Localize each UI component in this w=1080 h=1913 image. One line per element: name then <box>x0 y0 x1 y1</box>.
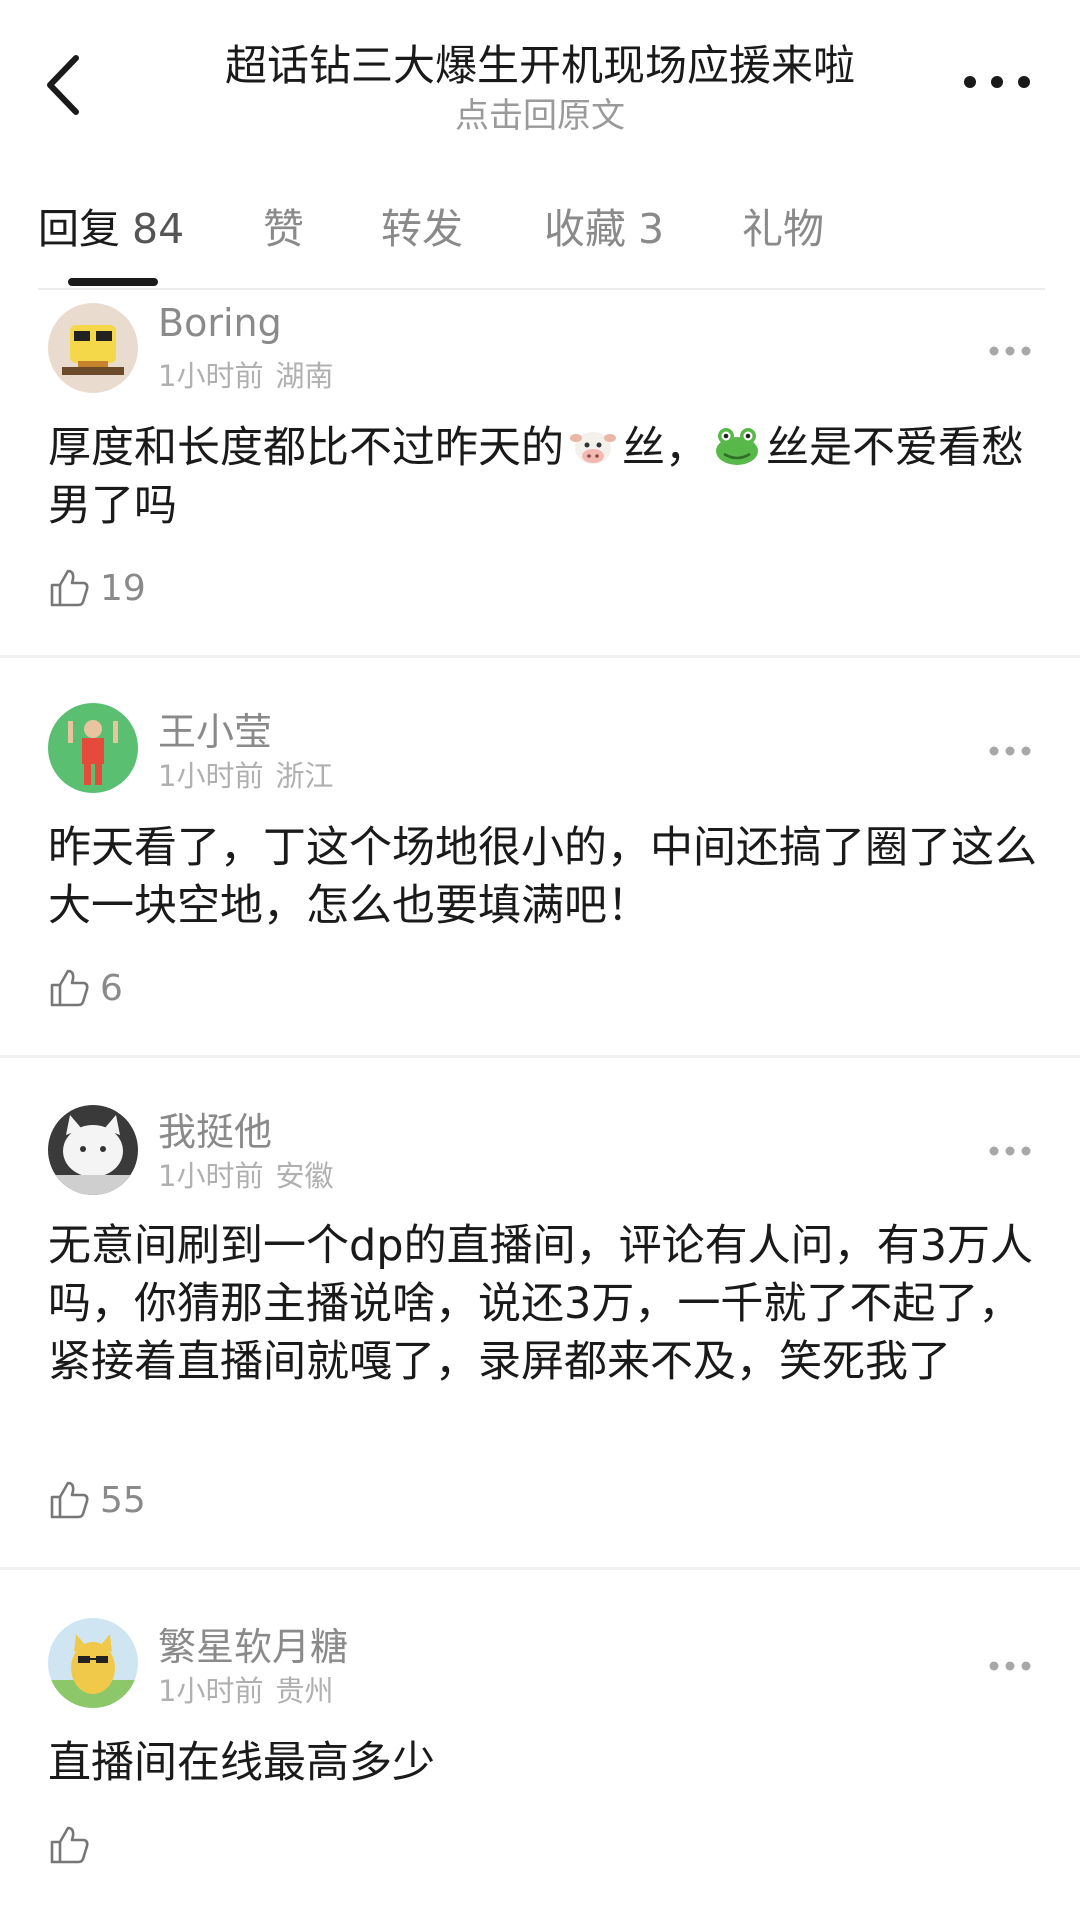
more-options-icon[interactable] <box>988 345 1032 357</box>
avatar[interactable] <box>48 1618 138 1708</box>
comment-meta: 1小时前 贵州 <box>158 1668 333 1710</box>
comment-divider <box>0 1567 1080 1570</box>
comment-divider <box>0 655 1080 658</box>
comment-meta: 1小时前 湖南 <box>158 353 333 395</box>
more-options-icon[interactable] <box>962 72 1032 92</box>
username[interactable]: 我挺他 <box>158 1101 272 1156</box>
comment-item[interactable]: Boring 1小时前 湖南 厚度和长度都比不过昨天的 丝， 丝是不爱看愁男了吗 … <box>0 295 1080 655</box>
thumbs-up-icon <box>50 1481 89 1519</box>
tabs-divider <box>38 288 1045 290</box>
comment-location: 湖南 <box>275 359 334 393</box>
comment-text: 直播间在线最高多少 <box>48 1738 435 1788</box>
more-options-icon[interactable] <box>988 1145 1032 1157</box>
comment-item[interactable]: 王小莹 1小时前 浙江 昨天看了，丁这个场地很小的，中间还搞了圈了这么大一块空地，… <box>0 695 1080 1055</box>
frog-face-icon <box>716 428 758 465</box>
comment-text-segment: 厚度和长度都比不过昨天的 <box>48 423 564 473</box>
avatar[interactable] <box>48 703 138 793</box>
tab-count: 84 <box>132 205 185 253</box>
more-options-icon[interactable] <box>988 1660 1032 1672</box>
comment-time: 1小时前 <box>158 1159 264 1193</box>
like-count: 55 <box>100 1480 146 1521</box>
cow-face-icon <box>570 432 616 464</box>
thumbs-up-icon <box>50 969 89 1007</box>
comment-text: 无意间刷到一个dp的直播间，评论有人问，有3万人吗，你猜那主播说啥，说还3万，一… <box>48 1221 1033 1387</box>
comment-text: 昨天看了，丁这个场地很小的，中间还搞了圈了这么大一块空地，怎么也要填满吧！ <box>48 823 1037 931</box>
comment-meta: 1小时前 浙江 <box>158 753 333 795</box>
comment-location: 浙江 <box>275 759 334 793</box>
comment-time: 1小时前 <box>158 359 264 393</box>
tab-label: 回复 <box>38 205 120 253</box>
tab-likes[interactable]: 赞 <box>263 195 304 255</box>
tab-reposts[interactable]: 转发 <box>381 195 463 255</box>
comment-item[interactable]: 我挺他 1小时前 安徽 无意间刷到一个dp的直播间，评论有人问，有3万人吗，你猜那… <box>0 1095 1080 1565</box>
tab-bar: 回复 84 赞 转发 收藏 3 礼物 <box>0 195 1080 285</box>
tab-label: 赞 <box>263 205 304 253</box>
like-count: 19 <box>100 568 146 609</box>
tab-replies[interactable]: 回复 84 <box>38 195 184 255</box>
like-count: 6 <box>100 968 123 1009</box>
page-title[interactable]: 超话钻三大爆生开机现场应援来啦 <box>0 32 1080 93</box>
username[interactable]: Boring <box>158 301 282 345</box>
comment-location: 安徽 <box>275 1159 334 1193</box>
comment-item[interactable]: 繁星软月糖 1小时前 贵州 直播间在线最高多少 <box>0 1610 1080 1910</box>
comment-text: 厚度和长度都比不过昨天的 丝， 丝是不爱看愁男了吗 <box>48 419 1038 535</box>
username[interactable]: 王小莹 <box>158 701 272 756</box>
tab-label: 收藏 <box>544 205 626 253</box>
comment-location: 贵州 <box>275 1674 334 1708</box>
avatar[interactable] <box>48 303 138 393</box>
avatar[interactable] <box>48 1105 138 1195</box>
comment-meta: 1小时前 安徽 <box>158 1153 333 1195</box>
comment-time: 1小时前 <box>158 1674 264 1708</box>
tab-count: 3 <box>638 205 665 253</box>
tab-gifts[interactable]: 礼物 <box>742 195 824 255</box>
comment-time: 1小时前 <box>158 759 264 793</box>
active-tab-indicator <box>68 278 158 286</box>
top-bar: 超话钻三大爆生开机现场应援来啦 点击回原文 <box>0 0 1080 160</box>
username[interactable]: 繁星软月糖 <box>158 1616 348 1671</box>
view-original-link[interactable]: 点击回原文 <box>0 88 1080 137</box>
thumbs-up-icon <box>50 1826 89 1864</box>
thumbs-up-icon <box>50 569 89 607</box>
tab-label: 礼物 <box>742 205 824 253</box>
comment-divider <box>0 1055 1080 1058</box>
tab-label: 转发 <box>381 205 463 253</box>
more-options-icon[interactable] <box>988 745 1032 757</box>
comment-text-segment: 丝， <box>622 423 708 473</box>
tab-favorites[interactable]: 收藏 3 <box>544 195 664 255</box>
